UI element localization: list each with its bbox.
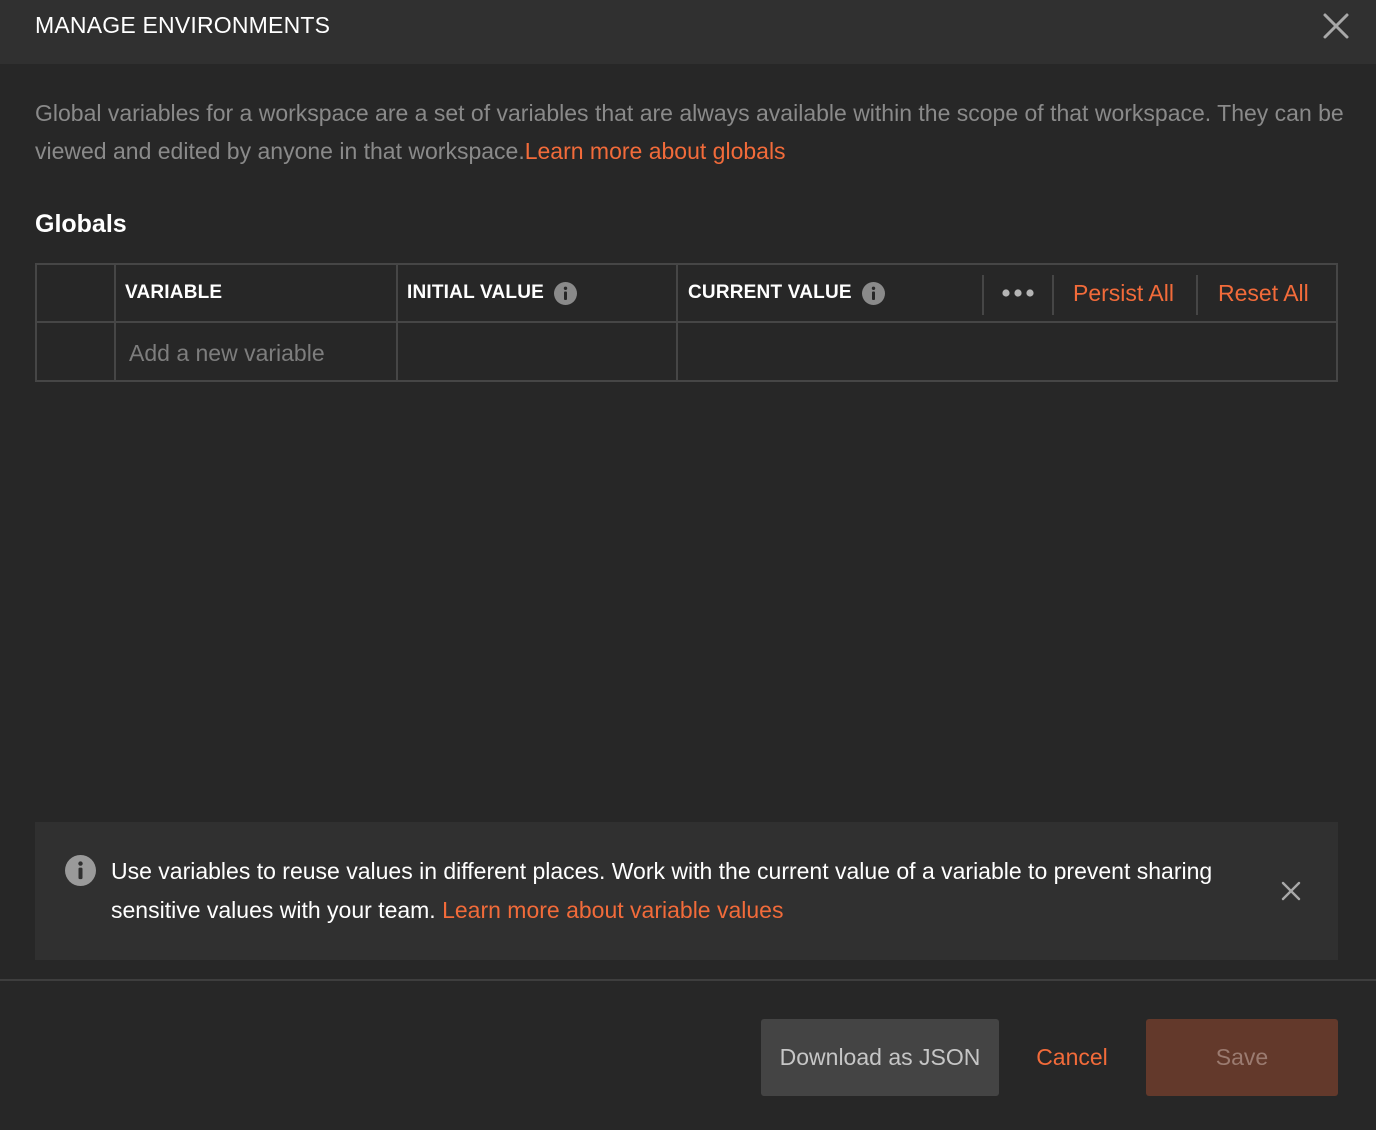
cancel-button[interactable]: Cancel [1030, 1019, 1114, 1096]
learn-more-globals-link[interactable]: Learn more about globals [525, 138, 786, 164]
banner-message: Use variables to reuse values in differe… [111, 852, 1231, 930]
save-button[interactable]: Save [1146, 1019, 1338, 1096]
header-separator [1052, 275, 1054, 315]
more-options-icon[interactable] [1001, 265, 1035, 321]
close-icon[interactable] [1322, 12, 1350, 40]
globals-description: Global variables for a workspace are a s… [35, 94, 1345, 170]
info-icon [65, 855, 96, 886]
new-initial-value-input[interactable] [398, 324, 676, 382]
column-header-initial-value-label: INITIAL VALUE [407, 282, 545, 303]
close-icon[interactable] [1280, 880, 1302, 902]
column-header-initial-value: INITIAL VALUE [407, 265, 578, 321]
persist-all-button[interactable]: Persist All [1073, 265, 1174, 321]
header-separator [982, 275, 984, 315]
footer-divider [0, 979, 1376, 981]
reset-all-button[interactable]: Reset All [1218, 265, 1309, 321]
info-icon[interactable] [554, 281, 578, 305]
modal-title: MANAGE ENVIRONMENTS [35, 12, 331, 38]
download-json-button[interactable]: Download as JSON [761, 1019, 999, 1096]
column-header-current-value-label: CURRENT VALUE [688, 282, 852, 303]
column-header-variable: VARIABLE [125, 282, 223, 303]
learn-more-variable-values-link[interactable]: Learn more about variable values [442, 897, 783, 923]
new-variable-input[interactable]: Add a new variable [129, 324, 325, 382]
header-separator [1196, 275, 1198, 315]
info-banner: Use variables to reuse values in differe… [35, 822, 1338, 960]
info-icon[interactable] [861, 281, 885, 305]
modal-header: MANAGE ENVIRONMENTS [0, 0, 1376, 64]
table-header-row: VARIABLE INITIAL VALUE CURRENT VALUE Per… [37, 265, 1336, 323]
column-header-current-value: CURRENT VALUE [688, 265, 885, 321]
variables-table: VARIABLE INITIAL VALUE CURRENT VALUE Per… [35, 263, 1338, 382]
new-current-value-input[interactable] [678, 324, 1336, 382]
table-row: Add a new variable [37, 324, 1336, 382]
manage-environments-modal: MANAGE ENVIRONMENTS Global variables for… [0, 0, 1376, 1130]
section-title: Globals [35, 210, 127, 238]
